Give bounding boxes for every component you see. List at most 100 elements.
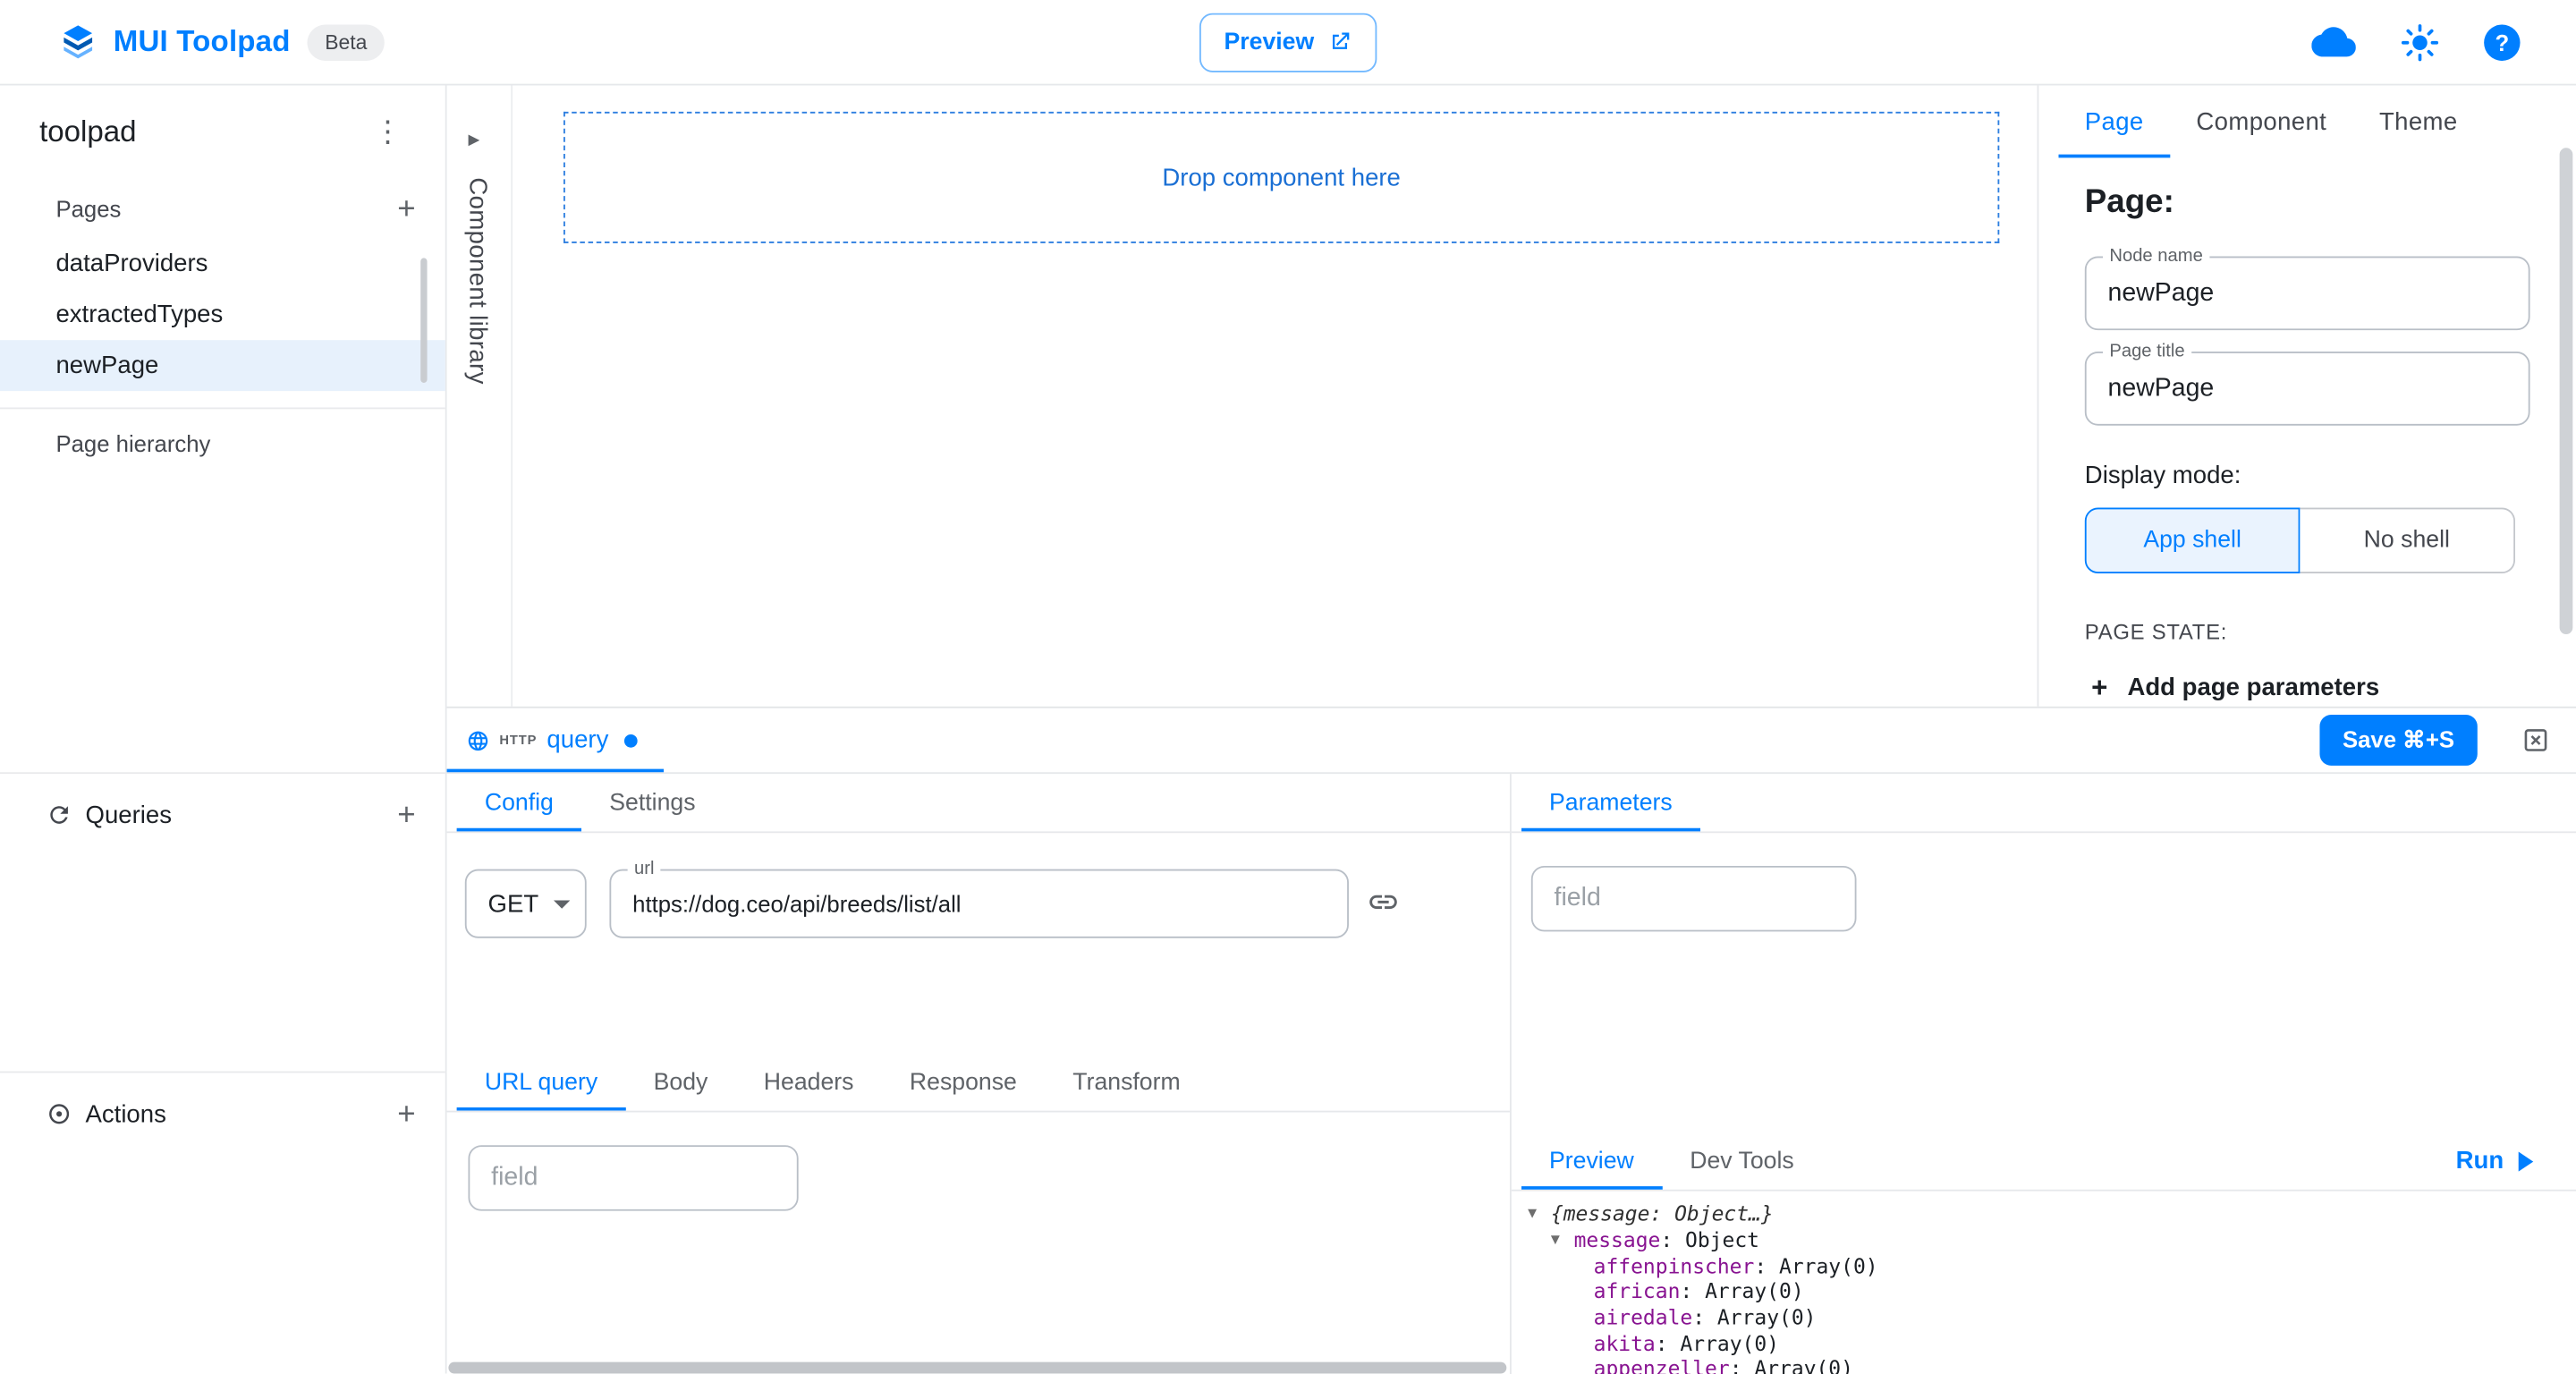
- sidebar-item-dataproviders[interactable]: dataProviders: [0, 238, 445, 289]
- url-field: url: [609, 869, 1349, 938]
- method-value: GET: [488, 890, 539, 918]
- tab-parameters[interactable]: Parameters: [1521, 774, 1700, 831]
- tree-row[interactable]: appenzellerArray(0): [1512, 1356, 2576, 1374]
- tab-label: Parameters: [1549, 790, 1673, 816]
- explorer-sidebar: toolpad ⋮ Pages + dataProviders extracte…: [0, 86, 447, 1374]
- tab-label: Theme: [2379, 107, 2458, 135]
- drop-zone-label: Drop component here: [1162, 164, 1400, 191]
- url-query-input[interactable]: [470, 1147, 797, 1209]
- help-icon[interactable]: ?: [2484, 24, 2520, 60]
- tree-expand-icon[interactable]: ▼: [1551, 1232, 1566, 1248]
- chevron-down-icon: [554, 900, 570, 908]
- result-tabs: Preview Dev Tools Run: [1512, 1132, 2576, 1192]
- project-menu-kebab-icon[interactable]: ⋮: [363, 114, 412, 149]
- tab-page[interactable]: Page: [2058, 86, 2170, 158]
- actions-section-label: Actions: [86, 1100, 166, 1128]
- page-title-input[interactable]: [2087, 353, 2529, 424]
- toggle-no-shell[interactable]: No shell: [2300, 508, 2515, 573]
- play-icon: [2519, 1151, 2534, 1171]
- tree-row[interactable]: airedaleArray(0): [1512, 1304, 2576, 1330]
- tab-label: URL query: [485, 1069, 597, 1095]
- query-tab[interactable]: HTTP query: [447, 708, 665, 773]
- tree-row[interactable]: africanArray(0): [1512, 1278, 2576, 1304]
- tab-component[interactable]: Component: [2170, 86, 2353, 158]
- horizontal-scrollbar[interactable]: [448, 1362, 1506, 1374]
- tab-preview[interactable]: Preview: [1521, 1132, 1662, 1190]
- tab-label: Dev Tools: [1690, 1148, 1793, 1174]
- pages-list-scrollbar[interactable]: [420, 258, 427, 383]
- preview-button[interactable]: Preview: [1199, 13, 1377, 72]
- page-title-label: Page title: [2103, 342, 2191, 361]
- tree-row[interactable]: affenpinscherArray(0): [1512, 1252, 2576, 1278]
- tree-value: Array(0): [1717, 1305, 1817, 1330]
- add-parameters-plus-icon: +: [2085, 674, 2114, 701]
- tab-url-query[interactable]: URL query: [457, 1053, 626, 1110]
- tab-config[interactable]: Config: [457, 774, 581, 831]
- add-action-icon[interactable]: +: [391, 1098, 422, 1130]
- tab-theme[interactable]: Theme: [2353, 86, 2484, 158]
- preview-button-label: Preview: [1224, 29, 1315, 55]
- theme-toggle-sun-icon[interactable]: [2400, 22, 2439, 62]
- tab-dev-tools[interactable]: Dev Tools: [1662, 1132, 1822, 1190]
- query-tab-label: query: [547, 726, 608, 754]
- inspector-scrollbar[interactable]: [2560, 148, 2573, 634]
- close-panel-icon[interactable]: [2521, 726, 2549, 754]
- component-library-strip[interactable]: ▸ Component library: [447, 86, 513, 707]
- tree-row[interactable]: akitaArray(0): [1512, 1330, 2576, 1356]
- tree-expand-icon[interactable]: ▼: [1528, 1206, 1543, 1222]
- tree-value: Array(0): [1680, 1330, 1779, 1355]
- sidebar-item-extractedtypes[interactable]: extractedTypes: [0, 289, 445, 340]
- url-query-field: [468, 1145, 798, 1210]
- tree-value: Object: [1685, 1227, 1759, 1252]
- cloud-deploy-icon[interactable]: [2311, 20, 2356, 64]
- expand-library-chevron-icon[interactable]: ▸: [468, 125, 479, 153]
- tab-label: Preview: [1549, 1148, 1634, 1174]
- add-query-icon[interactable]: +: [391, 800, 422, 831]
- app-window: MUI Toolpad Beta Preview: [0, 0, 2576, 1374]
- link-icon[interactable]: [1367, 886, 1400, 919]
- page-hierarchy-label: Page hierarchy: [55, 430, 210, 456]
- save-button[interactable]: Save ⌘+S: [2319, 715, 2478, 766]
- tree-row[interactable]: ▼messageObject: [1512, 1226, 2576, 1252]
- tree-value: Array(0): [1779, 1253, 1878, 1278]
- inspector-heading: Page:: [2085, 184, 2530, 222]
- page-item-label: newPage: [55, 352, 158, 379]
- tab-label: Component: [2196, 107, 2326, 135]
- toggle-label: App shell: [2143, 528, 2241, 554]
- tab-headers[interactable]: Headers: [736, 1053, 882, 1110]
- header-actions: ?: [2311, 20, 2520, 64]
- toolpad-logo-icon: [59, 23, 97, 61]
- tab-settings[interactable]: Settings: [581, 774, 724, 831]
- add-page-icon[interactable]: +: [391, 193, 422, 225]
- sidebar-item-newpage[interactable]: newPage: [0, 340, 445, 391]
- tab-transform[interactable]: Transform: [1045, 1053, 1208, 1110]
- url-field-label: url: [628, 860, 661, 879]
- page-title-field: Page title: [2085, 352, 2530, 426]
- run-button[interactable]: Run: [2456, 1132, 2576, 1190]
- http-method-select[interactable]: GET: [465, 869, 587, 938]
- toggle-label: No shell: [2364, 528, 2450, 554]
- request-config-section: Config Settings GET url: [447, 774, 1512, 1374]
- drop-zone[interactable]: Drop component here: [564, 112, 1999, 243]
- tab-response[interactable]: Response: [882, 1053, 1045, 1110]
- parameters-input[interactable]: [1533, 868, 1855, 930]
- tree-key: airedale: [1594, 1305, 1717, 1330]
- add-page-parameters-button[interactable]: + Add page parameters: [2085, 674, 2530, 701]
- tree-key: appenzeller: [1594, 1356, 1755, 1374]
- tab-body[interactable]: Body: [625, 1053, 735, 1110]
- query-editor-panel: HTTP query Save ⌘+S Config: [447, 707, 2576, 1374]
- page-item-label: extractedTypes: [55, 301, 223, 328]
- unsaved-dot-icon: [625, 734, 639, 747]
- tab-label: Transform: [1072, 1069, 1180, 1095]
- beta-badge: Beta: [307, 24, 386, 60]
- page-state-label: PAGE STATE:: [2085, 619, 2530, 644]
- toggle-app-shell[interactable]: App shell: [2085, 508, 2301, 573]
- tab-label: Page: [2085, 107, 2144, 135]
- url-input[interactable]: [611, 870, 1347, 936]
- node-name-input[interactable]: [2087, 258, 2529, 328]
- pages-list: dataProviders extractedTypes newPage: [0, 238, 445, 391]
- pages-section-label: Pages: [55, 196, 121, 222]
- tree-root-row[interactable]: ▼{message: Object…}: [1512, 1201, 2576, 1227]
- tab-label: Response: [910, 1069, 1017, 1095]
- request-detail-tabs: URL query Body Headers Response Transfor…: [447, 1053, 1510, 1112]
